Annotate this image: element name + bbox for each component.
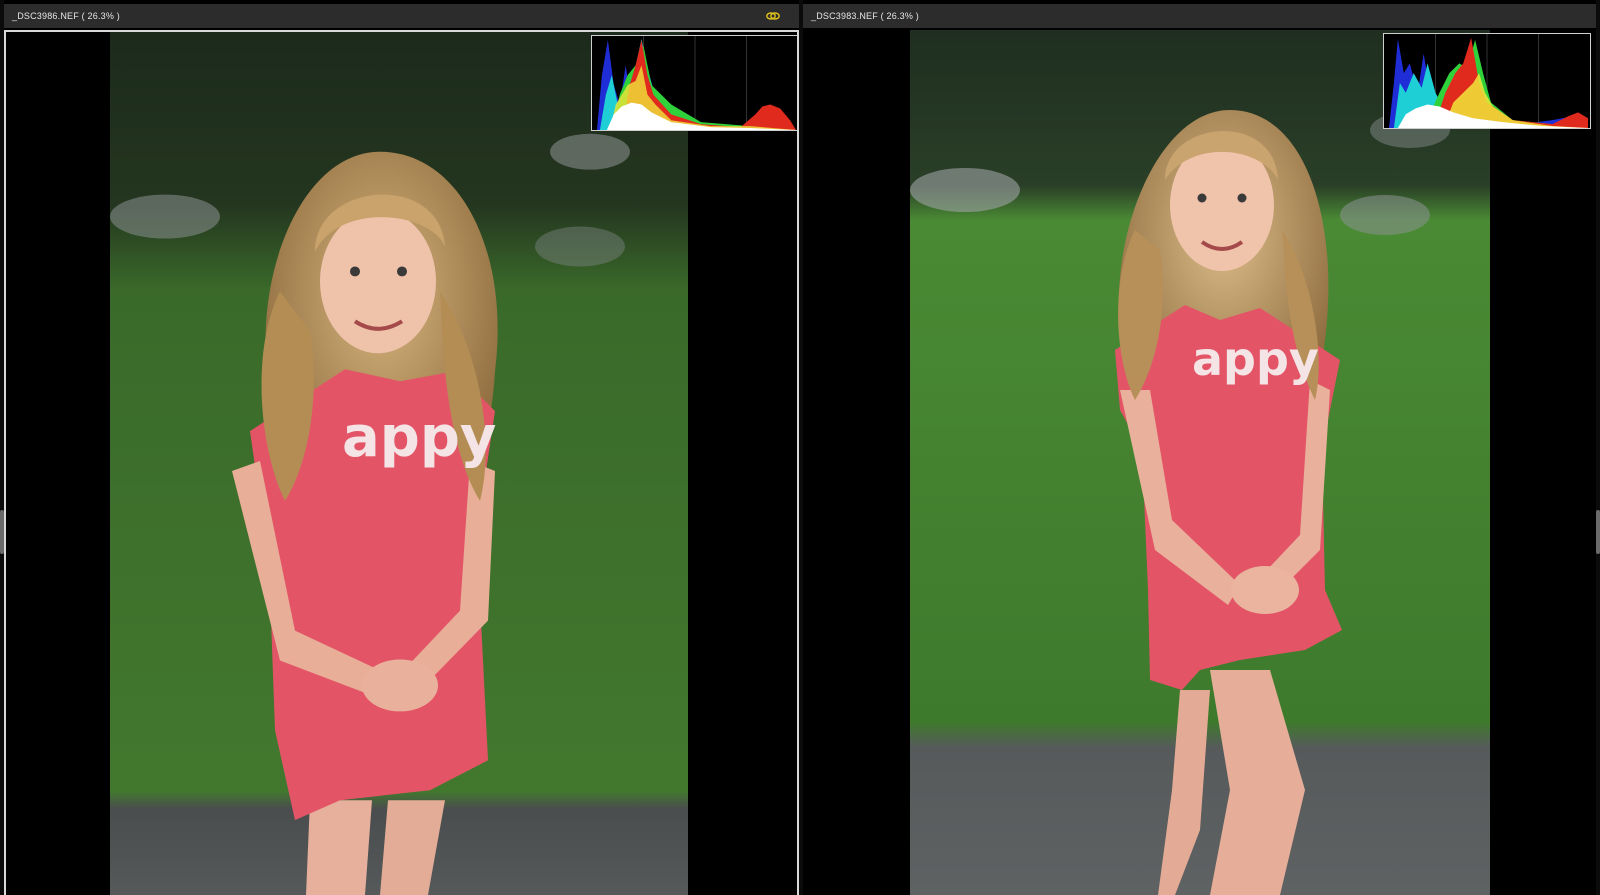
photo-preview[interactable]: appy xyxy=(110,32,688,895)
pane-header: _DSC3983.NEF ( 26.3% ) xyxy=(803,4,1596,28)
shirt-text: appy xyxy=(342,405,496,470)
pane-title: _DSC3986.NEF ( 26.3% ) xyxy=(12,11,120,21)
compare-view: _DSC3986.NEF ( 26.3% ) appy _DSC3983.NEF… xyxy=(0,0,1600,895)
right-panel-handle[interactable] xyxy=(1596,510,1600,554)
shirt-text: appy xyxy=(1192,332,1319,386)
pane-title: _DSC3983.NEF ( 26.3% ) xyxy=(811,11,919,21)
image-viewport[interactable]: appy xyxy=(803,30,1596,895)
compare-pane-right[interactable]: _DSC3983.NEF ( 26.3% ) appy xyxy=(803,0,1596,895)
photo-preview[interactable]: appy xyxy=(910,30,1490,895)
histogram-panel xyxy=(1383,33,1591,129)
link-icon[interactable] xyxy=(765,9,781,23)
compare-pane-left[interactable]: _DSC3986.NEF ( 26.3% ) appy xyxy=(4,0,799,895)
pane-header: _DSC3986.NEF ( 26.3% ) xyxy=(4,4,799,28)
image-viewport[interactable]: appy xyxy=(4,30,799,895)
histogram-panel xyxy=(591,35,797,131)
